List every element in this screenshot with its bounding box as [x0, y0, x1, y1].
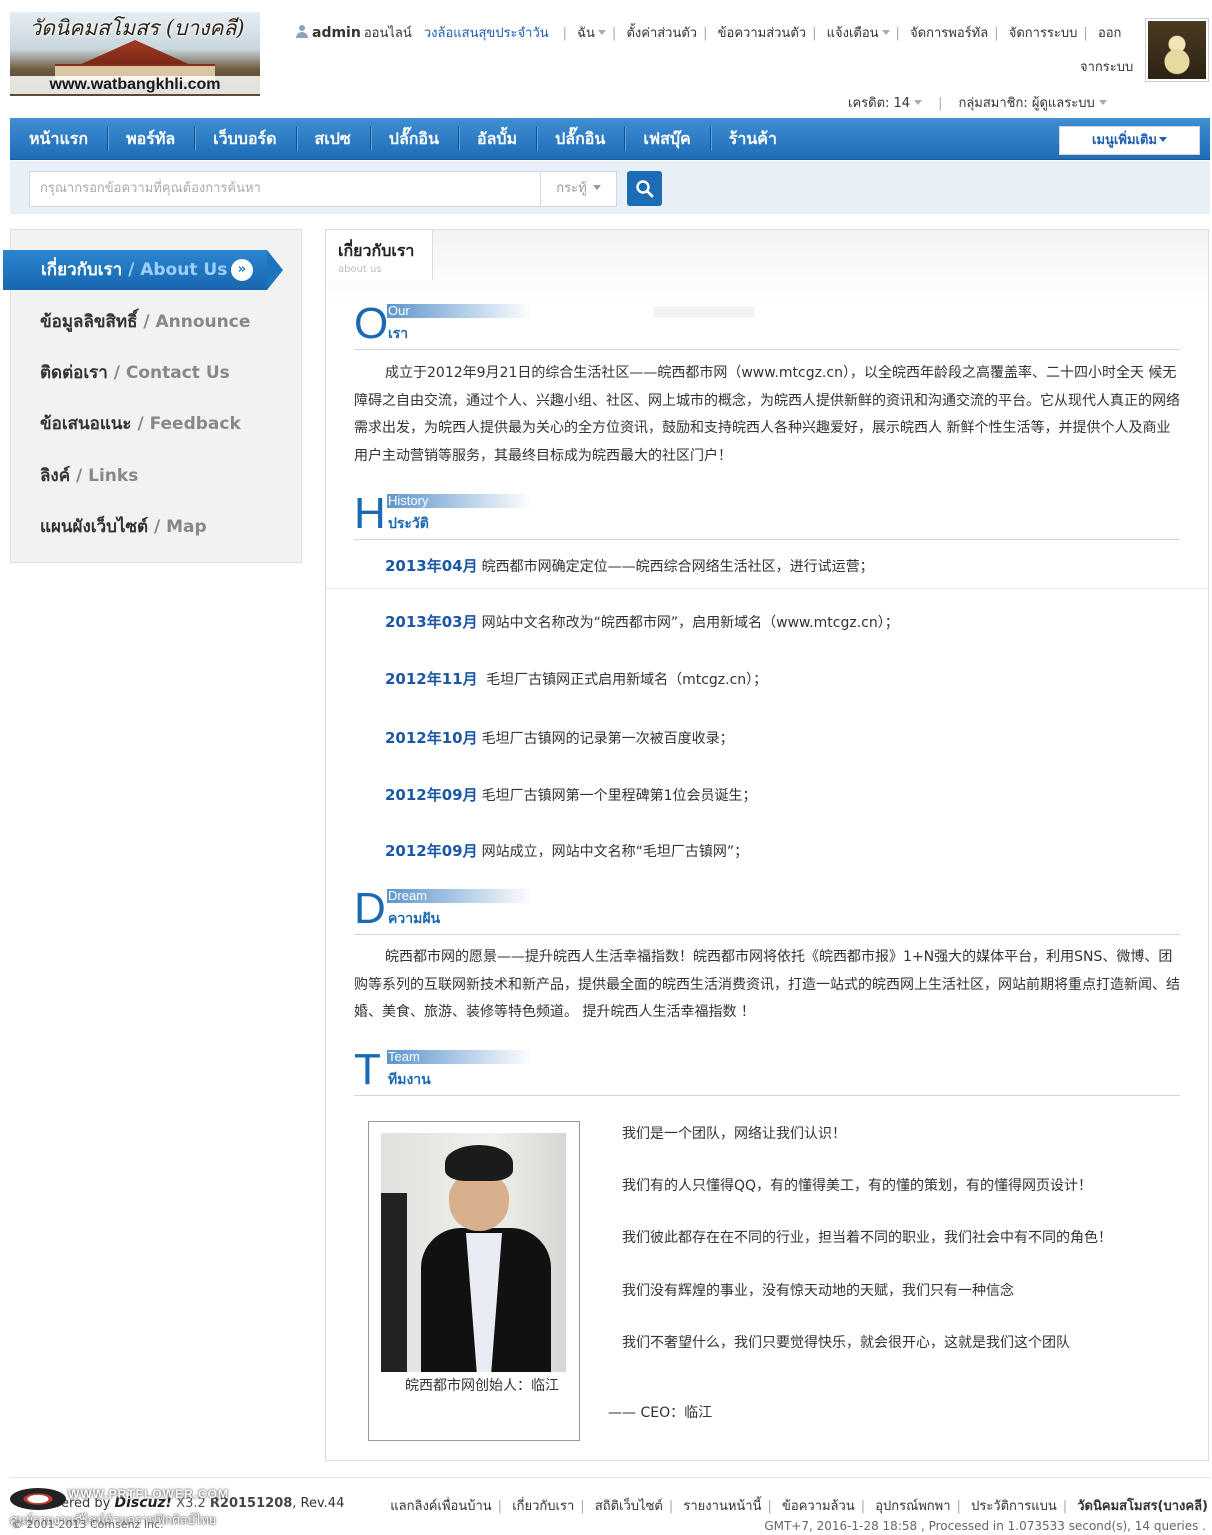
sidebar-item-feedback[interactable]: ข้อเสนอแนะ / Feedback [40, 410, 241, 437]
logout-link[interactable]: ออก [1098, 26, 1122, 41]
history-item: 2013年03月 网站中文名称改为“皖西都市网”，启用新域名（www.mtcgz.… [385, 613, 899, 631]
section-header-our: O Our เรา [354, 302, 1180, 350]
footer-link-exchange[interactable]: แลกลิงค์เพื่อนบ้าน [390, 1499, 491, 1514]
copyright: © 2001-2013 Comsenz Inc. [12, 1518, 164, 1531]
chevron-down-icon [881, 30, 890, 35]
team-line: 我们没有辉煌的事业，没有惊天动地的天赋，我们只有一种信念 [622, 1283, 1014, 1299]
history-item: 2012年11月 毛坦厂古镇网正式启用新域名（mtcgz.cn）； [385, 670, 768, 688]
search-button[interactable] [627, 171, 662, 206]
history-item: 2012年09月 网站成立，网站中文名称“毛坦厂古镇网”； [385, 842, 749, 860]
menu-private-messages[interactable]: ข้อความส่วนตัว [718, 26, 806, 41]
about-sidebar: เกี่ยวกับเรา / About Us » ข้อมูลลิขสิทธิ… [3, 229, 302, 563]
online-status[interactable]: ออนไลน์ [364, 26, 412, 41]
menu-manage-portal[interactable]: จัดการพอร์ทัล [910, 26, 988, 41]
credit-bar: เครดิต: 14 | กลุ่มสมาชิก: ผู้ดูแลระบบ [848, 92, 1107, 113]
section-header-dream: D Dream ความฝัน [354, 887, 1180, 935]
username-link[interactable]: admin [312, 25, 361, 41]
main-nav: หน้าแรก พอร์ทัล เว็บบอร์ด สเปซ ปลั๊กอิน … [10, 118, 1210, 160]
chevron-down-icon [592, 185, 601, 190]
menu-personal-settings[interactable]: ตั้งค่าส่วนตัว [626, 26, 697, 41]
team-line: 我们是一个团队，网络让我们认识！ [622, 1126, 846, 1142]
section-header-team: T Team ทีมงาน [354, 1048, 1180, 1096]
chevron-down-icon [1098, 100, 1107, 105]
founder-caption: 皖西都市网创始人：临江 [405, 1378, 559, 1394]
menu-me[interactable]: ฉัน [577, 26, 595, 41]
team-line: 我们彼此都存在在不同的行业，担当着不同的职业，我们社会中有不同的角色！ [622, 1230, 1112, 1246]
double-chevron-right-icon: » [231, 259, 253, 281]
search-icon [636, 180, 654, 198]
watermark-text: WWW.PRTFLOWER.COM [68, 1487, 229, 1501]
footer-site-name[interactable]: วัดนิคมสโมสร(บางคลี) [1077, 1499, 1208, 1514]
sidebar-item-announce[interactable]: ข้อมูลลิขสิทธิ์ / Announce [40, 308, 250, 335]
footer-link-ban-history[interactable]: ประวัติการแบน [971, 1499, 1057, 1514]
history-item: 2013年04月 皖西都市网确定定位——皖西综合网络生活社区，进行试运营； [385, 557, 874, 575]
nav-plugin-2[interactable]: ปลั๊กอิน [536, 118, 624, 160]
nav-facebook[interactable]: เฟสบุ๊ค [624, 118, 709, 160]
sidebar-item-map[interactable]: แผนผังเว็บไซต์ / Map [40, 513, 207, 540]
nav-album[interactable]: อัลบั้ม [457, 118, 536, 160]
our-description: 成立于2012年9月21日的综合生活社区——皖西都市网（www.mtcgz.cn… [354, 365, 1180, 464]
logo-url: www.watbangkhli.com [10, 76, 260, 94]
daily-wheel-link[interactable]: วงล้อแสนสุขประจำวัน [424, 26, 549, 41]
nav-shop[interactable]: ร้านค้า [709, 118, 796, 160]
member-group-link[interactable]: กลุ่มสมาชิก: ผู้ดูแลระบบ [958, 96, 1094, 111]
sidebar-item-about-us[interactable]: เกี่ยวกับเรา / About Us » [3, 250, 283, 290]
chevron-down-icon [1158, 137, 1167, 142]
nav-portal[interactable]: พอร์ทัล [107, 118, 194, 160]
footer-link-about[interactable]: เกี่ยวกับเรา [512, 1499, 574, 1514]
team-line: 我们不奢望什么，我们只要觉得快乐，就会很开心，这就是我们这个团队 [622, 1335, 1070, 1351]
avatar-image [1148, 21, 1206, 79]
logout-link-cont[interactable]: จากระบบ [1080, 57, 1133, 79]
footer-links: แลกลิงค์เพื่อนบ้าน | เกี่ยวกับเรา | สถิติเ… [390, 1499, 1208, 1514]
history-item: 2012年09月 毛坦厂古镇网第一个里程碑第1位会员诞生； [385, 786, 757, 804]
footer-link-mobile[interactable]: อุปกรณ์พกพา [875, 1499, 950, 1514]
debug-info: GMT+7, 2016-1-28 18:58 , Processed in 1.… [764, 1519, 1206, 1533]
dream-description: 皖西都市网的愿景——提升皖西人生活幸福指数！皖西都市网将依托《皖西都市报》1+N… [354, 949, 1180, 1020]
chevron-down-icon [597, 30, 606, 35]
watermark-logo [10, 1488, 66, 1510]
search-input[interactable]: กรุณากรอกข้อความที่คุณต้องการค้นหา [29, 171, 541, 207]
founder-photo-card: 皖西都市网创始人：临江 [368, 1121, 580, 1441]
nav-home[interactable]: หน้าแรก [10, 118, 107, 160]
menu-notifications[interactable]: แจ้งเตือน [827, 26, 879, 41]
user-toolbar: admin ออนไลน์ วงล้อแสนสุขประจำวัน | ฉัน | ต… [296, 22, 1138, 75]
nav-plugin[interactable]: ปลั๊กอิน [369, 118, 458, 160]
menu-admin-cp[interactable]: จัดการระบบ [1009, 26, 1078, 41]
history-item: 2012年10月 毛坦厂古镇网的记录第一次被百度收录； [385, 729, 734, 747]
user-icon [296, 25, 308, 38]
nav-space[interactable]: สเปซ [295, 118, 370, 160]
footer-link-text-only[interactable]: ข้อความล้วน [782, 1499, 855, 1514]
logo-title: วัดนิคมสโมสร (บางคลี) [29, 16, 245, 40]
credit-link[interactable]: เครดิต: 14 [848, 96, 910, 111]
footer-link-stats[interactable]: สถิติเว็บไซต์ [595, 1499, 663, 1514]
section-header-history: H History ประวัติ [354, 492, 1180, 540]
search-bar: กรุณากรอกข้อความที่คุณต้องการค้นหา กระทู… [10, 161, 1210, 214]
footer-link-report[interactable]: รายงานหน้านี้ [683, 1499, 761, 1514]
ceo-signature: —— CEO：临江 [608, 1405, 713, 1421]
site-footer: Powered by Discuz! X3.2 R20151208, Rev.4… [10, 1477, 1210, 1535]
founder-photo [381, 1133, 566, 1372]
avatar[interactable] [1145, 18, 1209, 82]
search-scope-select[interactable]: กระทู้ [540, 171, 617, 207]
nav-forum[interactable]: เว็บบอร์ด [194, 118, 295, 160]
about-content-panel: เกี่ยวกับเรา about us O Our เรา 成立于2012年… [325, 229, 1209, 1461]
sidebar-item-contact[interactable]: ติดต่อเรา / Contact Us [40, 359, 230, 386]
tab-about-us[interactable]: เกี่ยวกับเรา about us [326, 230, 433, 280]
site-logo[interactable]: วัดนิคมสโมสร (บางคลี) www.watbangkhli.co… [10, 12, 260, 96]
team-line: 我们有的人只懂得QQ，有的懂得美工，有的懂的策划，有的懂得网页设计！ [622, 1178, 1093, 1194]
sidebar-item-links[interactable]: ลิงค์ / Links [40, 462, 138, 489]
more-menu-button[interactable]: เมนูเพิ่มเติม [1059, 126, 1200, 155]
chevron-down-icon [914, 100, 923, 105]
